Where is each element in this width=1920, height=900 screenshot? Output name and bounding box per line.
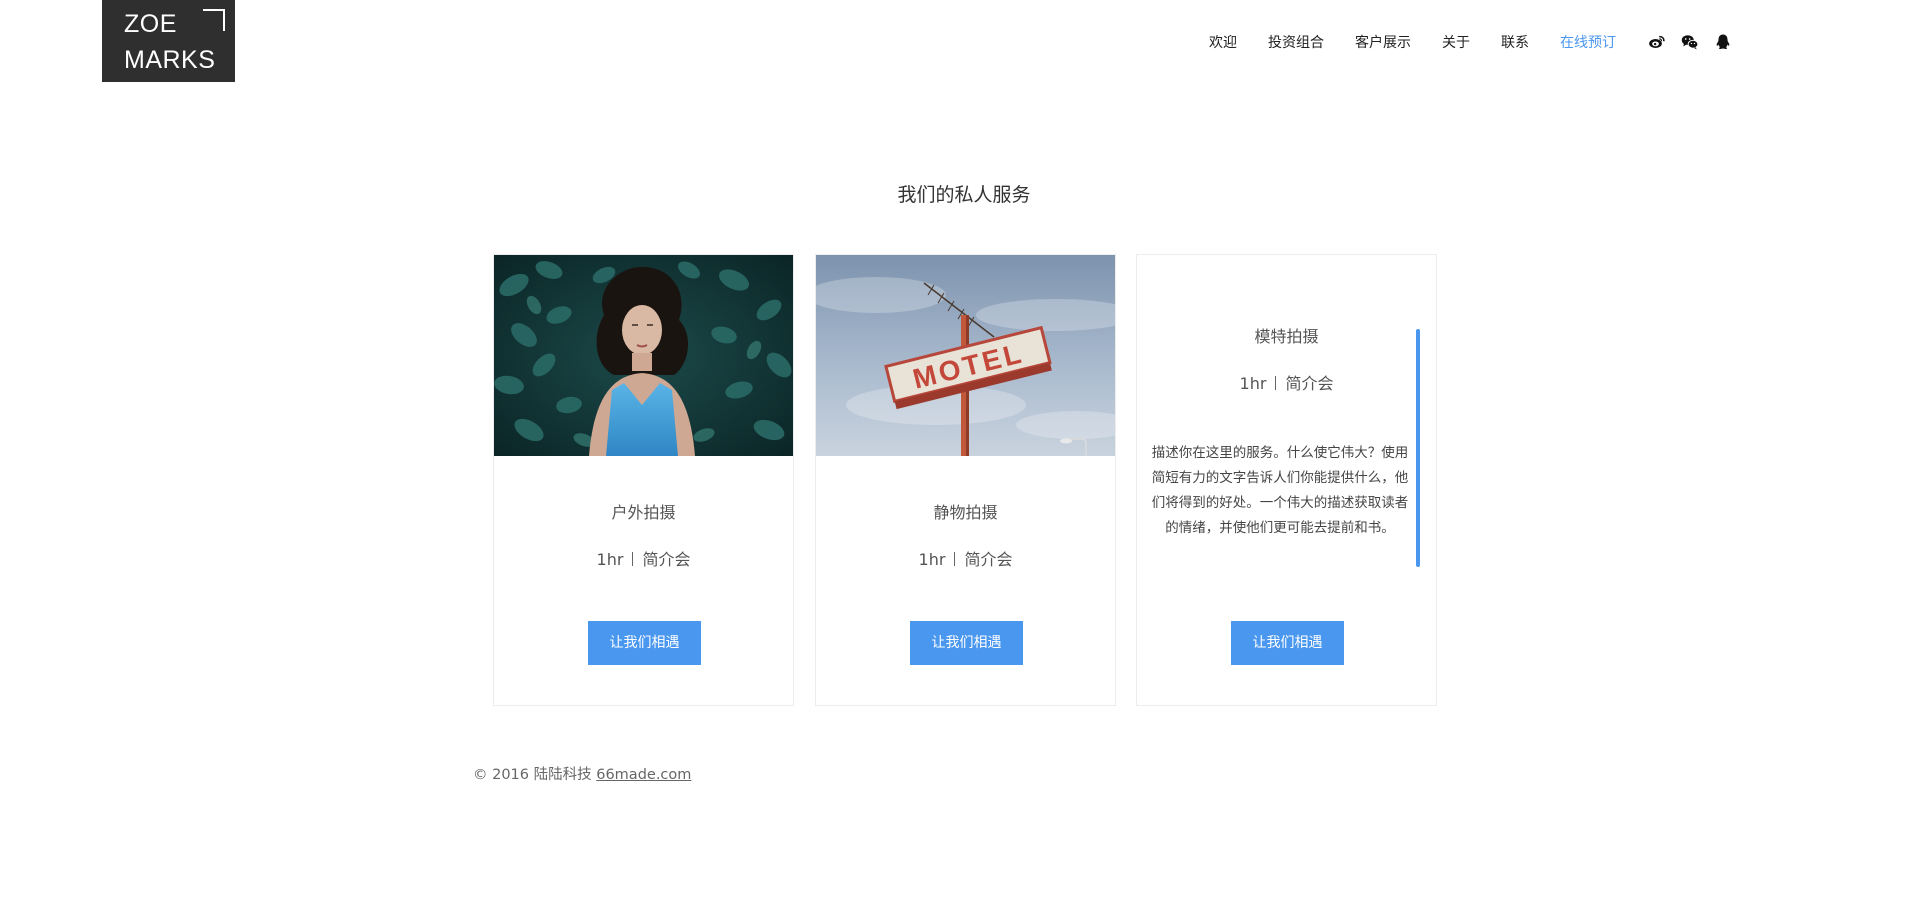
nav-item-booking[interactable]: 在线预订 xyxy=(1560,32,1616,52)
card-meta: 1hr 简介会 xyxy=(1137,370,1436,394)
service-card-outdoor: 户外拍摄 1hr 简介会 让我们相遇 xyxy=(493,254,794,706)
meta-divider xyxy=(1275,376,1277,390)
card-duration: 1hr xyxy=(1239,374,1267,393)
card-image-still-life: MOTEL xyxy=(816,255,1115,456)
scrollbar[interactable] xyxy=(1416,329,1420,567)
card-duration: 1hr xyxy=(918,550,946,569)
card-description: 描述你在这里的服务。什么使它伟大？使用简短有力的文字告诉人们你能提供什么，他们将… xyxy=(1151,445,1409,536)
card-meeting-type: 简介会 xyxy=(964,550,1013,569)
site-header: ZOE MARKS 欢迎 投资组合 客户展示 关于 联系 在线预订 xyxy=(0,0,1920,90)
card-meta: 1hr 简介会 xyxy=(816,546,1115,570)
card-meeting-type: 简介会 xyxy=(642,550,691,569)
weibo-icon[interactable] xyxy=(1648,33,1666,51)
service-card-still-life: MOTEL 静物拍摄 1hr 简介会 让我们相遇 xyxy=(815,254,1116,706)
wechat-icon[interactable] xyxy=(1681,33,1699,51)
card-meta: 1hr 简介会 xyxy=(494,546,793,570)
card-duration: 1hr xyxy=(596,550,624,569)
section-title: 我们的私人服务 xyxy=(897,184,1031,206)
logo-corner-mark xyxy=(203,9,225,31)
book-button-still-life[interactable]: 让我们相遇 xyxy=(910,621,1023,665)
nav-item-welcome[interactable]: 欢迎 xyxy=(1209,32,1237,52)
service-card-model: 模特拍摄 1hr 简介会 描述你在这里的服务。什么使它伟大？使用简短有力的文字告诉… xyxy=(1136,254,1437,706)
card-title: 户外拍摄 xyxy=(611,503,676,522)
motel-sign-photo: MOTEL xyxy=(816,255,1115,456)
book-button-outdoor[interactable]: 让我们相遇 xyxy=(588,621,701,665)
footer-link[interactable]: 66made.com xyxy=(596,767,691,783)
social-links xyxy=(1648,33,1732,51)
qq-icon[interactable] xyxy=(1714,33,1732,51)
footer-copyright: © 2016 陆陆科技 xyxy=(473,767,592,783)
meta-divider xyxy=(954,552,956,566)
woman-lying-in-leaves-photo xyxy=(494,255,793,456)
logo-line-2: MARKS xyxy=(124,46,216,74)
card-image-outdoor xyxy=(494,255,793,456)
nav-item-portfolio[interactable]: 投资组合 xyxy=(1268,32,1324,52)
meta-divider xyxy=(632,552,634,566)
card-meeting-type: 简介会 xyxy=(1285,374,1334,393)
site-logo[interactable]: ZOE MARKS xyxy=(102,0,235,82)
card-title: 静物拍摄 xyxy=(933,503,998,522)
nav-item-clients[interactable]: 客户展示 xyxy=(1355,32,1411,52)
site-footer: © 2016 陆陆科技 66made.com xyxy=(473,763,691,784)
nav-item-about[interactable]: 关于 xyxy=(1442,32,1470,52)
book-button-model[interactable]: 让我们相遇 xyxy=(1231,621,1344,665)
card-title: 模特拍摄 xyxy=(1254,327,1319,346)
nav-item-contact[interactable]: 联系 xyxy=(1501,32,1529,52)
main-nav: 欢迎 投资组合 客户展示 关于 联系 在线预订 xyxy=(1178,30,1732,54)
